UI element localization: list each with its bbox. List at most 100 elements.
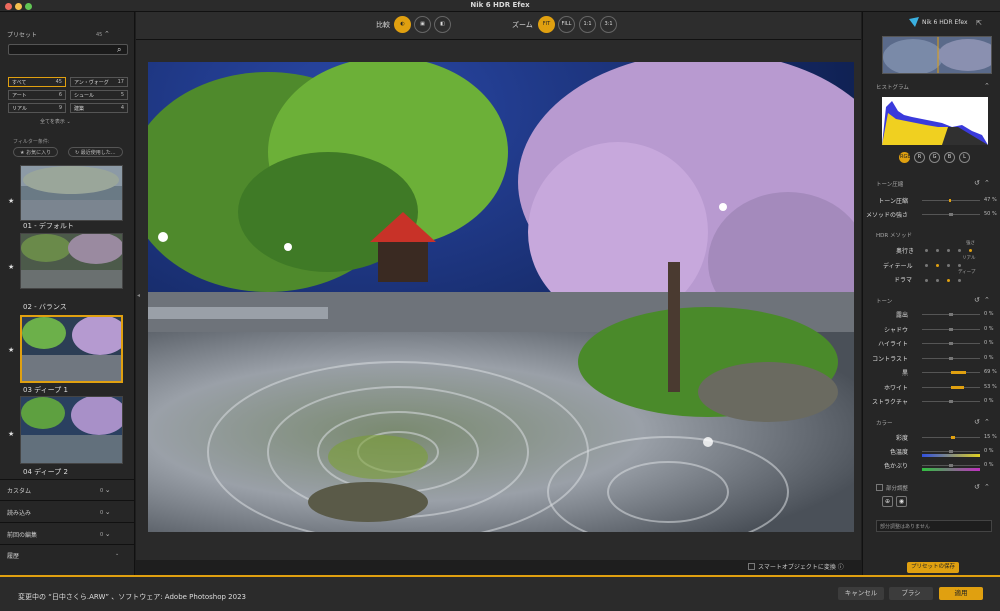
checkbox-icon[interactable] xyxy=(876,484,883,491)
method-dot[interactable] xyxy=(958,249,961,252)
presets-header[interactable]: プリセット xyxy=(7,30,37,39)
adjustment-slider[interactable] xyxy=(922,371,980,374)
compare-full-button[interactable]: ◧ xyxy=(434,16,451,33)
zoom-fill-button[interactable]: FILL xyxy=(558,16,575,33)
chevron-down-icon[interactable]: ⌄ xyxy=(105,508,111,516)
navigator-thumbnail[interactable] xyxy=(882,36,992,74)
adjustment-slider[interactable] xyxy=(922,313,980,316)
filter-favorites-button[interactable]: ★ お気に入り xyxy=(13,147,59,157)
search-icon[interactable]: ⌕ xyxy=(117,45,121,55)
divider xyxy=(0,479,135,480)
preset-search-input[interactable] xyxy=(8,44,128,55)
reset-icon[interactable]: ↺ xyxy=(974,483,980,491)
show-all-link[interactable]: 全てを表示 ⌄ xyxy=(40,118,71,125)
adjustment-slider[interactable] xyxy=(922,356,980,360)
method-dot[interactable] xyxy=(936,249,939,252)
filter-recent-button[interactable]: ↻ 最近使用した... xyxy=(68,147,123,157)
control-point-mode-icon[interactable]: ◉ xyxy=(896,496,907,507)
method-dot[interactable] xyxy=(958,264,961,267)
zoom-1-1-button[interactable]: 1:1 xyxy=(579,16,596,33)
channel-r-button[interactable]: R xyxy=(914,152,925,163)
zoom-3-1-button[interactable]: 3:1 xyxy=(600,16,617,33)
smart-object-checkbox[interactable]: スマートオブジェクトに変換 ⓘ xyxy=(748,562,844,571)
chevron-down-icon[interactable]: ⌄ xyxy=(115,551,119,557)
method-dot[interactable] xyxy=(936,279,939,282)
channel-b-button[interactable]: B xyxy=(944,152,955,163)
method-dot-selected[interactable] xyxy=(936,264,939,267)
zoom-fit-button[interactable]: FIT xyxy=(538,16,555,33)
chevron-up-icon[interactable]: ⌃ xyxy=(104,30,110,38)
method-dot[interactable] xyxy=(947,264,950,267)
chevron-up-icon[interactable]: ⌃ xyxy=(984,82,990,90)
star-icon[interactable]: ★ xyxy=(8,197,14,205)
category-avant-garde[interactable]: アン・ヴォーグ 17 xyxy=(70,77,128,87)
category-architecture[interactable]: 建築 4 xyxy=(70,103,128,113)
chevron-up-icon[interactable]: ⌃ xyxy=(984,418,990,426)
preset-thumbnail[interactable] xyxy=(20,233,123,289)
checkbox-icon[interactable] xyxy=(748,563,755,570)
cancel-button[interactable]: キャンセル xyxy=(838,587,884,600)
method-tag: ディープ xyxy=(958,270,976,275)
compare-split-button[interactable]: ◐ xyxy=(394,16,411,33)
chevron-down-icon[interactable]: ⌄ xyxy=(105,530,111,538)
adjustment-slider[interactable] xyxy=(922,342,980,345)
slider-label: ストラクチャ xyxy=(872,399,908,406)
control-point-add-icon[interactable]: ⊕ xyxy=(882,496,893,507)
section-history[interactable]: 履歴 xyxy=(7,551,19,560)
histogram-graph xyxy=(882,101,988,145)
section-import[interactable]: 読み込み xyxy=(7,508,31,517)
section-last-edit[interactable]: 前回の編集 xyxy=(7,530,37,539)
preset-name: 02 - バランス xyxy=(23,303,67,311)
status-text: 変更中の “日中さくら.ARW” 、ソフトウェア: Adobe Photosho… xyxy=(18,593,246,601)
slider-value: 0 % xyxy=(984,325,994,332)
preview-image[interactable] xyxy=(148,62,854,532)
method-dot[interactable] xyxy=(925,264,928,267)
channel-rgb-button[interactable]: RGB xyxy=(899,152,911,163)
chevron-up-icon[interactable]: ⌃ xyxy=(984,179,990,187)
category-art[interactable]: アート 6 xyxy=(8,90,66,100)
slider-label: コントラスト xyxy=(872,355,908,363)
collapse-left-icon[interactable]: ◂ xyxy=(137,292,140,299)
method-dot[interactable] xyxy=(958,279,961,282)
method-dot-selected[interactable] xyxy=(969,249,972,252)
adjustment-slider[interactable] xyxy=(922,450,980,453)
category-all[interactable]: すべて 45 xyxy=(8,77,66,87)
chevron-up-icon[interactable]: ⌃ xyxy=(984,296,990,304)
method-strength-slider[interactable] xyxy=(922,213,980,216)
preset-thumbnail[interactable] xyxy=(20,396,123,464)
adjustment-slider[interactable] xyxy=(922,436,980,439)
reset-icon[interactable]: ↺ xyxy=(974,296,980,304)
adjustment-slider[interactable] xyxy=(922,385,980,389)
preset-thumbnail-selected[interactable] xyxy=(20,315,123,383)
reset-icon[interactable]: ↺ xyxy=(974,418,980,426)
compare-side-button[interactable]: ▣ xyxy=(414,16,431,33)
channel-g-button[interactable]: G xyxy=(929,152,940,163)
section-custom[interactable]: カスタム xyxy=(7,486,31,495)
compare-label: 比較 xyxy=(376,21,390,29)
category-surreal[interactable]: シュール 5 xyxy=(70,90,128,100)
brush-button[interactable]: ブラシ xyxy=(889,587,933,600)
tone-compression-slider[interactable] xyxy=(922,199,980,202)
slider-value: 69 % xyxy=(984,369,997,375)
adjustment-slider[interactable] xyxy=(922,464,980,467)
method-dot[interactable] xyxy=(947,249,950,252)
apply-button[interactable]: 適用 xyxy=(939,587,983,600)
star-icon[interactable]: ★ xyxy=(8,430,14,438)
chevron-down-icon[interactable]: ⌄ xyxy=(105,486,111,494)
reset-icon[interactable]: ↺ xyxy=(974,179,980,187)
collapse-panel-icon[interactable]: ⇱ xyxy=(976,19,982,27)
adjustment-slider[interactable] xyxy=(922,400,980,403)
method-dot-selected[interactable] xyxy=(947,279,950,282)
star-icon[interactable]: ★ xyxy=(8,263,14,271)
method-dot[interactable] xyxy=(925,249,928,252)
preset-thumbnail[interactable] xyxy=(20,165,123,221)
adjustment-slider[interactable] xyxy=(922,327,980,331)
method-detail-label: ディテール xyxy=(883,263,913,270)
slider-label: 色かぶり xyxy=(883,463,908,470)
star-icon[interactable]: ★ xyxy=(8,346,14,354)
method-dot[interactable] xyxy=(925,279,928,282)
category-real[interactable]: リアル 9 xyxy=(8,103,66,113)
channel-l-button[interactable]: L xyxy=(959,152,970,163)
save-preset-button[interactable]: プリセットの保存 xyxy=(907,562,959,573)
chevron-up-icon[interactable]: ⌃ xyxy=(984,483,990,491)
